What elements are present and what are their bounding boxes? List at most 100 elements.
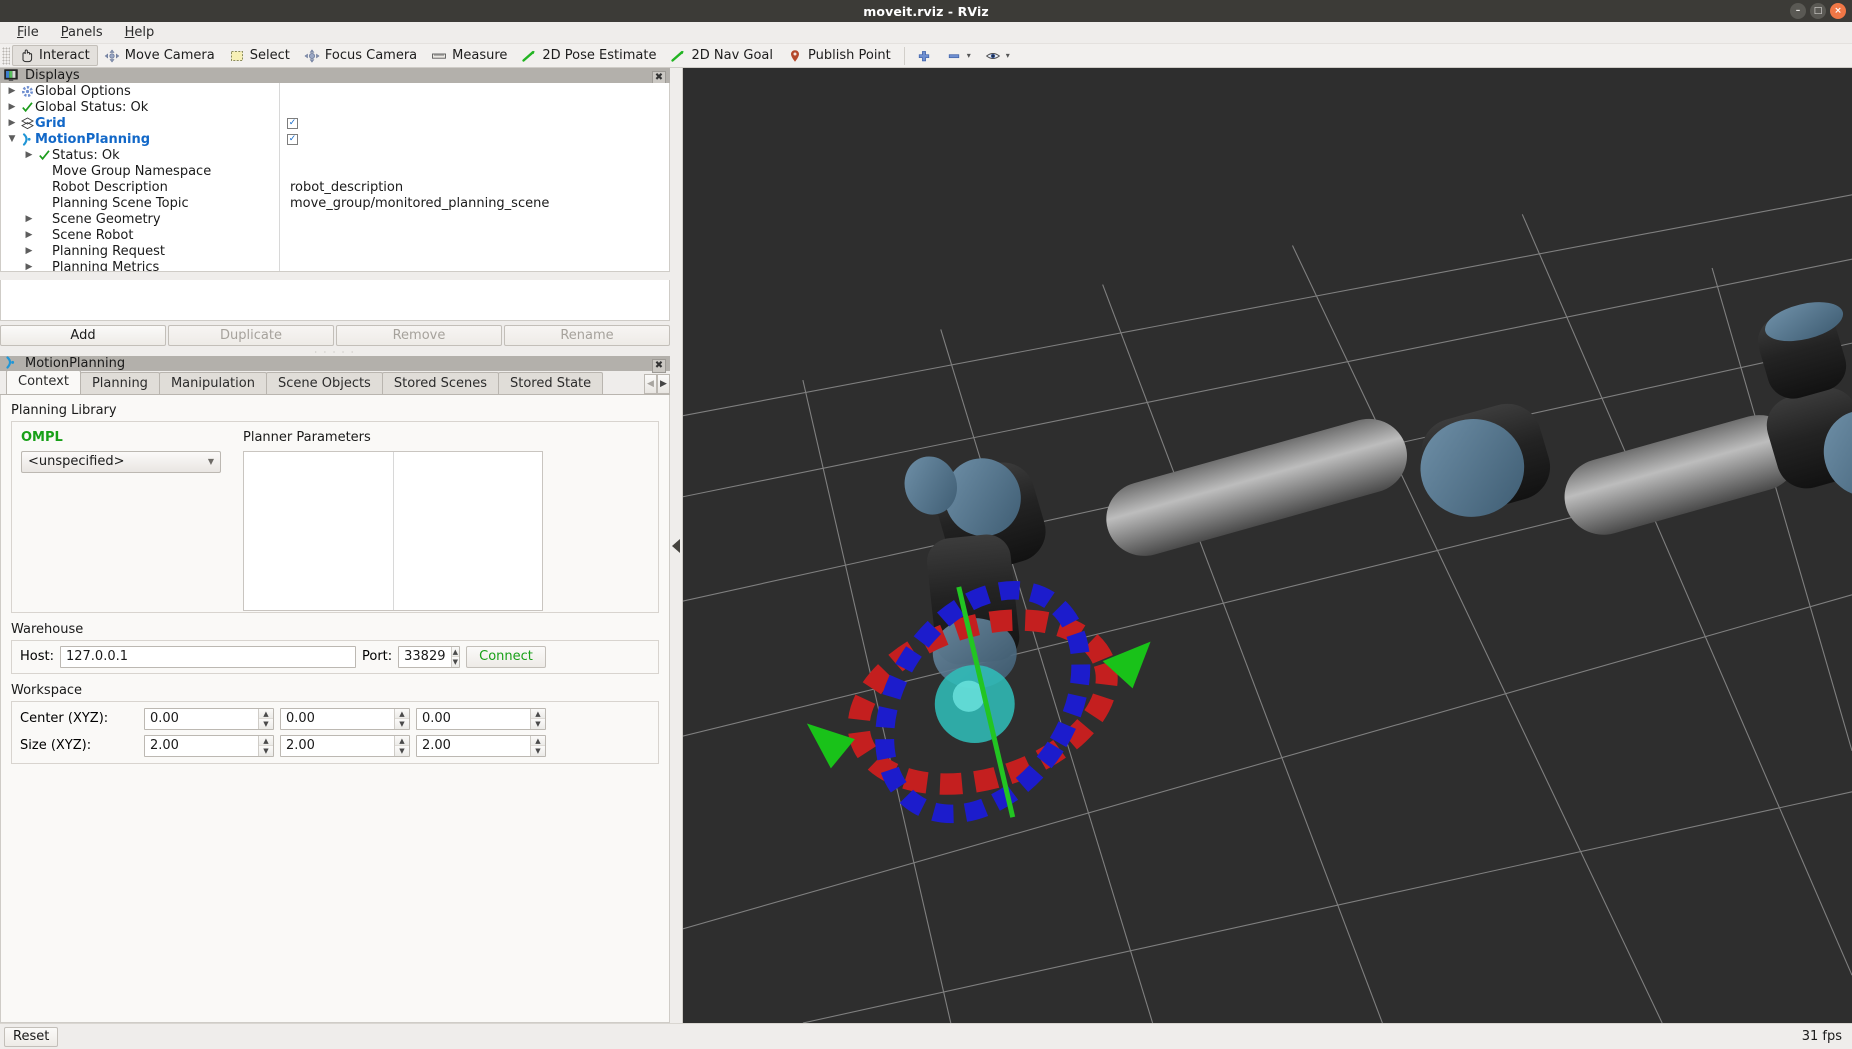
display-tree-item[interactable]: Robot Description robot_description — [5, 179, 669, 195]
warehouse-port-spinbox[interactable]: 33829 ▲ ▼ — [398, 645, 461, 668]
tab-scroll-right-icon[interactable]: ▶ — [657, 373, 670, 394]
remove-tool-button[interactable]: ▾ — [940, 45, 979, 66]
menu-file[interactable]: File — [8, 23, 48, 42]
display-tree-item[interactable]: ▶ Global Options — [5, 83, 669, 99]
display-tree-item-value[interactable]: move_group/monitored_planning_scene — [290, 196, 549, 211]
spin-up-icon[interactable]: ▲ — [531, 708, 545, 719]
tool-2d-pose-estimate[interactable]: 2D Pose Estimate — [515, 45, 664, 66]
warehouse-host-input[interactable]: 127.0.0.1 — [59, 645, 356, 668]
spin-down-icon[interactable]: ▼ — [259, 745, 273, 756]
display-enabled-checkbox[interactable]: ✓ — [287, 133, 298, 145]
warehouse-port-stepper[interactable]: ▲ ▼ — [450, 646, 460, 667]
menu-panels[interactable]: Panels — [52, 23, 112, 42]
chevron-right-icon[interactable]: ▶ — [22, 230, 36, 240]
tool-visibility-button[interactable]: ▾ — [979, 45, 1018, 66]
minimize-button[interactable]: – — [1790, 3, 1806, 19]
collapse-dock-arrow-icon[interactable] — [672, 538, 680, 553]
tool-2d-nav-goal[interactable]: 2D Nav Goal — [664, 45, 781, 66]
workspace-size-y-stepper[interactable]: ▲ ▼ — [394, 735, 409, 756]
chevron-right-icon[interactable]: ▶ — [5, 86, 19, 96]
planner-parameters-table[interactable] — [243, 450, 543, 611]
motion-planning-panel-close-icon[interactable]: ✖ — [652, 358, 666, 373]
remove-display-button[interactable]: Remove — [336, 324, 502, 346]
display-enabled-checkbox[interactable]: ✓ — [287, 117, 298, 129]
display-tree-item[interactable]: ▶ Planning Request — [5, 243, 669, 259]
workspace-center-z[interactable]: 0.00 ▲ ▼ — [416, 707, 546, 730]
close-button[interactable]: × — [1830, 3, 1846, 19]
spin-down-icon[interactable]: ▼ — [395, 745, 409, 756]
spin-up-icon[interactable]: ▲ — [395, 735, 409, 746]
tab-manipulation[interactable]: Manipulation — [158, 371, 267, 394]
planner-parameters-label: Planner Parameters — [243, 429, 371, 445]
tab-stored-state[interactable]: Stored State — [498, 371, 604, 394]
tab-stored-scenes[interactable]: Stored Scenes — [381, 371, 499, 394]
workspace-center-x-stepper[interactable]: ▲ ▼ — [258, 708, 273, 729]
display-tree-item[interactable]: ▼ MotionPlanning ✓ — [5, 131, 669, 147]
chevron-down-icon: ▼ — [207, 457, 214, 467]
display-tree-item[interactable]: ▶ Status: Ok — [5, 147, 669, 163]
display-tree-item[interactable]: ▶ Scene Geometry — [5, 211, 669, 227]
tool-visibility-caret-icon[interactable]: ▾ — [1006, 51, 1010, 60]
display-tree-item[interactable]: Move Group Namespace — [5, 163, 669, 179]
spin-up-icon[interactable]: ▲ — [531, 735, 545, 746]
tool-publish-point[interactable]: Publish Point — [781, 45, 899, 66]
display-tree-item[interactable]: ▶ Grid ✓ — [5, 115, 669, 131]
workspace-size-z-stepper[interactable]: ▲ ▼ — [530, 735, 545, 756]
spin-down-icon[interactable]: ▼ — [531, 718, 545, 729]
vertical-splitter[interactable] — [670, 68, 682, 1023]
workspace-size-y[interactable]: 2.00 ▲ ▼ — [280, 734, 410, 757]
menu-help[interactable]: Help — [116, 23, 164, 42]
display-tree-item[interactable]: Planning Scene Topic move_group/monitored… — [5, 195, 669, 211]
chevron-right-icon[interactable]: ▶ — [22, 214, 36, 224]
rename-display-button[interactable]: Rename — [504, 324, 670, 346]
spin-down-icon[interactable]: ▼ — [451, 656, 460, 667]
tool-move-camera[interactable]: Move Camera — [98, 45, 223, 66]
workspace-center-x-value: 0.00 — [150, 711, 179, 727]
remove-tool-caret-icon[interactable]: ▾ — [967, 51, 971, 60]
planner-select[interactable]: <unspecified> ▼ — [21, 450, 221, 473]
workspace-size-x[interactable]: 2.00 ▲ ▼ — [144, 734, 274, 757]
display-tree-item[interactable]: ▶ Scene Robot — [5, 227, 669, 243]
tool-select[interactable]: Select — [223, 45, 298, 66]
chevron-right-icon[interactable]: ▶ — [5, 118, 19, 128]
chevron-right-icon[interactable]: ▶ — [22, 246, 36, 256]
chevron-right-icon[interactable]: ▶ — [22, 262, 36, 271]
spin-up-icon[interactable]: ▲ — [451, 646, 460, 657]
check-ok-icon — [19, 101, 35, 114]
chevron-down-icon[interactable]: ▼ — [5, 134, 19, 144]
workspace-center-y[interactable]: 0.00 ▲ ▼ — [280, 707, 410, 730]
spin-down-icon[interactable]: ▼ — [259, 718, 273, 729]
workspace-size-z[interactable]: 2.00 ▲ ▼ — [416, 734, 546, 757]
workspace-center-x[interactable]: 0.00 ▲ ▼ — [144, 707, 274, 730]
workspace-size-x-stepper[interactable]: ▲ ▼ — [258, 735, 273, 756]
spin-down-icon[interactable]: ▼ — [531, 745, 545, 756]
rviz-3d-view[interactable] — [682, 68, 1852, 1023]
spin-up-icon[interactable]: ▲ — [395, 708, 409, 719]
workspace-center-z-stepper[interactable]: ▲ ▼ — [530, 708, 545, 729]
reset-button[interactable]: Reset — [4, 1026, 59, 1047]
display-tree-item-value[interactable]: robot_description — [290, 180, 403, 195]
dock-splitter-handle[interactable]: · · · · · — [0, 348, 670, 357]
warehouse-connect-button[interactable]: Connect — [466, 645, 546, 668]
displays-tree[interactable]: ▶ Global Options ▶ Global Status: Ok ▶ Grid ✓ ▼… — [0, 83, 670, 273]
duplicate-display-button[interactable]: Duplicate — [168, 324, 334, 346]
display-tree-item[interactable]: ▶ Global Status: Ok — [5, 99, 669, 115]
add-display-button[interactable]: Add — [0, 324, 166, 346]
chevron-right-icon[interactable]: ▶ — [22, 150, 36, 160]
display-tree-item[interactable]: ▶ Planning Metrics — [5, 259, 669, 272]
tool-focus-camera[interactable]: Focus Camera — [298, 45, 425, 66]
toolbar-drag-handle[interactable] — [2, 46, 10, 65]
add-tool-button[interactable] — [910, 45, 940, 66]
tool-measure[interactable]: Measure — [425, 45, 515, 66]
tab-context[interactable]: Context — [6, 369, 81, 394]
workspace-center-y-stepper[interactable]: ▲ ▼ — [394, 708, 409, 729]
tool-interact[interactable]: Interact — [12, 45, 98, 66]
maximize-button[interactable]: □ — [1810, 3, 1826, 19]
tab-scroll-left-icon[interactable]: ◀ — [644, 373, 657, 394]
spin-up-icon[interactable]: ▲ — [259, 708, 273, 719]
tab-planning[interactable]: Planning — [79, 371, 160, 394]
spin-down-icon[interactable]: ▼ — [395, 718, 409, 729]
tab-scene-objects[interactable]: Scene Objects — [265, 371, 383, 394]
spin-up-icon[interactable]: ▲ — [259, 735, 273, 746]
chevron-right-icon[interactable]: ▶ — [5, 102, 19, 112]
